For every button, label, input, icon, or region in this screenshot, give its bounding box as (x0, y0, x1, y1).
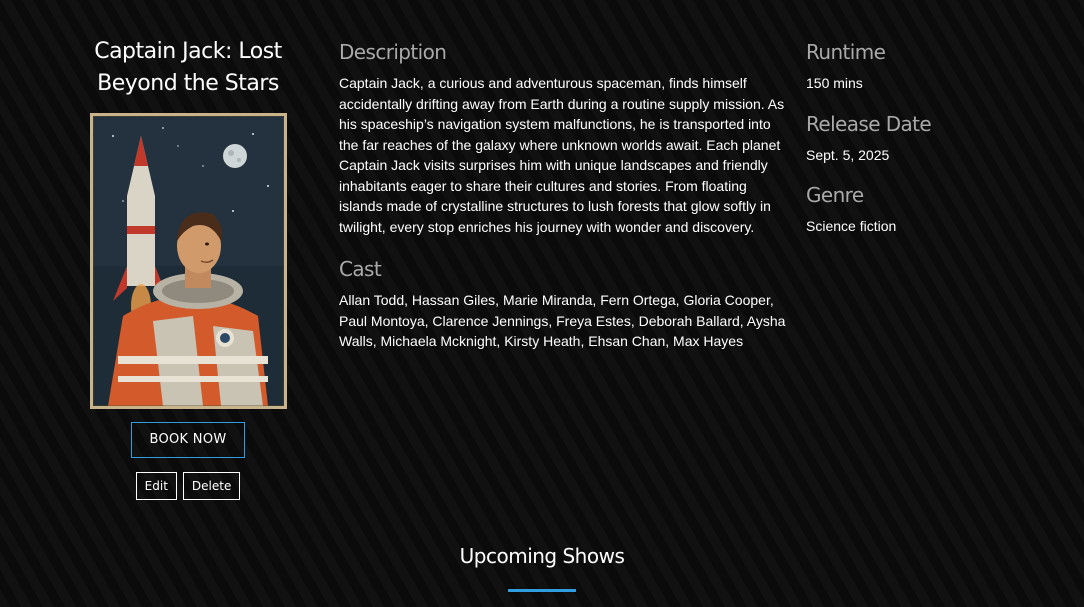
release-date-heading: Release Date (806, 111, 932, 136)
description-heading: Description (339, 40, 447, 64)
movie-meta: Runtime 150 mins Release Date Sept. 5, 2… (806, 38, 1026, 253)
delete-button[interactable]: Delete (182, 472, 241, 500)
cast-text: Allan Todd, Hassan Giles, Marie Miranda,… (339, 292, 786, 349)
movie-sidebar: Captain Jack: Lost Beyond the Stars BOOK… (88, 36, 288, 500)
genre-value: Science fiction (806, 218, 897, 234)
description-text: Captain Jack, a curious and adventurous … (339, 75, 785, 235)
cast-heading: Cast (339, 257, 382, 281)
release-date-value: Sept. 5, 2025 (806, 146, 890, 163)
book-now-button[interactable]: BOOK NOW (131, 422, 245, 458)
edit-button[interactable]: Edit (135, 472, 177, 500)
title-underline (508, 589, 576, 592)
upcoming-shows-section: Upcoming Shows (0, 541, 1084, 592)
runtime-value: 150 mins (806, 75, 863, 91)
movie-details: Description Captain Jack, a curious and … (339, 38, 787, 352)
movie-actions: Edit Delete (88, 472, 288, 500)
movie-poster-image (89, 113, 287, 409)
movie-title: Captain Jack: Lost Beyond the Stars (94, 39, 282, 96)
runtime-heading: Runtime (806, 40, 886, 64)
genre-heading: Genre (806, 183, 864, 207)
upcoming-shows-title: Upcoming Shows (459, 544, 625, 568)
